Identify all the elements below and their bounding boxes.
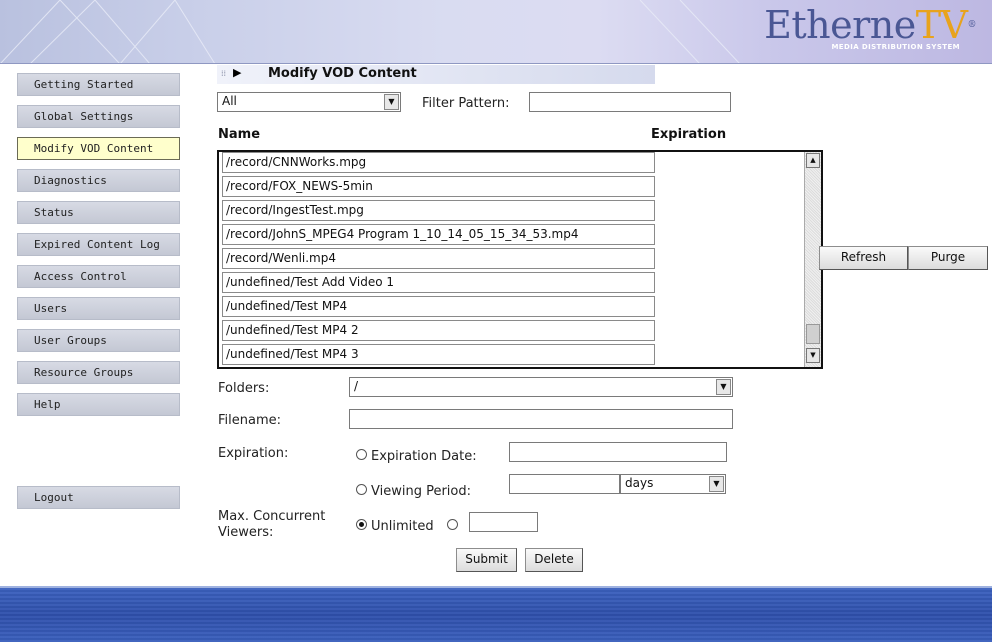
logo-text: Etherne: [764, 3, 916, 47]
footer-band: [0, 586, 992, 642]
list-item[interactable]: /record/CNNWorks.mpg: [222, 152, 655, 173]
panel-titlebar: ⁞⁞ ▶ Modify VOD Content: [217, 65, 655, 84]
vod-content-list: /record/CNNWorks.mpg /record/FOX_NEWS-5m…: [217, 150, 823, 369]
folders-label: Folders:: [218, 381, 270, 396]
period-unit-value: days: [625, 476, 654, 490]
sidebar-item-users[interactable]: Users: [17, 297, 180, 320]
scroll-down-icon[interactable]: ▼: [806, 348, 820, 363]
list-item[interactable]: /undefined/Test MP4 2: [222, 320, 655, 341]
sidebar-item-getting-started[interactable]: Getting Started: [17, 73, 180, 96]
list-item[interactable]: /undefined/Test MP4 3: [222, 344, 655, 365]
logout-button[interactable]: Logout: [17, 486, 180, 509]
max-viewers-label-line1: Max. Concurrent: [218, 509, 326, 524]
collapse-arrow-icon[interactable]: ▶: [233, 66, 241, 79]
unlimited-viewers-radio[interactable]: [356, 519, 367, 530]
max-viewers-input[interactable]: [469, 512, 538, 532]
folders-value: /: [354, 379, 359, 393]
expiration-date-input[interactable]: [509, 442, 727, 462]
chevron-down-icon[interactable]: ▼: [384, 94, 399, 110]
footer-pattern: [0, 588, 992, 642]
max-viewers-label-line2: Viewers:: [218, 525, 274, 540]
sidebar-item-help[interactable]: Help: [17, 393, 180, 416]
panel-title: Modify VOD Content: [268, 66, 417, 81]
content-filter-select[interactable]: All ▼: [217, 92, 401, 112]
header-banner: EtherneTV® MEDIA DISTRIBUTION SYSTEM: [0, 0, 992, 64]
column-header-name: Name: [218, 127, 261, 142]
list-item[interactable]: /record/IngestTest.mpg: [222, 200, 655, 221]
sidebar-item-expired-content-log[interactable]: Expired Content Log: [17, 233, 180, 256]
scroll-thumb[interactable]: [806, 324, 820, 344]
chevron-down-icon[interactable]: ▼: [716, 379, 731, 395]
sidebar-item-resource-groups[interactable]: Resource Groups: [17, 361, 180, 384]
purge-button[interactable]: Purge: [908, 246, 988, 270]
viewing-period-input[interactable]: [509, 474, 620, 494]
sidebar-item-modify-vod-content[interactable]: Modify VOD Content: [17, 137, 180, 160]
list-item[interactable]: /undefined/Test Add Video 1: [222, 272, 655, 293]
chevron-down-icon[interactable]: ▼: [709, 476, 724, 492]
period-unit-select[interactable]: days ▼: [620, 474, 726, 494]
ethernetv-logo: EtherneTV® MEDIA DISTRIBUTION SYSTEM: [764, 6, 976, 51]
viewing-period-radio[interactable]: [356, 484, 367, 495]
filename-input[interactable]: [349, 409, 733, 429]
filename-label: Filename:: [218, 413, 282, 428]
delete-button[interactable]: Delete: [525, 548, 583, 572]
logo-accent: TV: [915, 3, 968, 47]
filter-pattern-label: Filter Pattern:: [422, 96, 510, 111]
submit-button[interactable]: Submit: [456, 548, 517, 572]
column-header-expiration: Expiration: [651, 127, 727, 142]
folders-select[interactable]: / ▼: [349, 377, 733, 397]
sidebar: Getting Started Global Settings Modify V…: [0, 64, 200, 586]
list-item[interactable]: /record/JohnS_MPEG4 Program 1_10_14_05_1…: [222, 224, 655, 245]
sidebar-item-diagnostics[interactable]: Diagnostics: [17, 169, 180, 192]
list-item[interactable]: /record/Wenli.mp4: [222, 248, 655, 269]
sidebar-item-user-groups[interactable]: User Groups: [17, 329, 180, 352]
content-filter-value: All: [222, 94, 237, 108]
list-item[interactable]: /record/FOX_NEWS-5min: [222, 176, 655, 197]
sidebar-item-global-settings[interactable]: Global Settings: [17, 105, 180, 128]
scroll-up-icon[interactable]: ▲: [806, 153, 820, 168]
grip-icon: ⁞⁞: [221, 69, 227, 78]
expiration-label: Expiration:: [218, 446, 289, 461]
header-decoration: [0, 0, 740, 63]
viewing-period-label: Viewing Period:: [371, 484, 472, 499]
unlimited-label: Unlimited: [371, 519, 434, 534]
expiration-date-radio[interactable]: [356, 449, 367, 460]
refresh-button[interactable]: Refresh: [819, 246, 908, 270]
sidebar-item-access-control[interactable]: Access Control: [17, 265, 180, 288]
custom-viewers-radio[interactable]: [447, 519, 458, 530]
logo-registered: ®: [967, 20, 977, 30]
filter-pattern-input[interactable]: [529, 92, 731, 112]
sidebar-item-status[interactable]: Status: [17, 201, 180, 224]
expiration-date-label: Expiration Date:: [371, 449, 477, 464]
list-item[interactable]: /undefined/Test MP4: [222, 296, 655, 317]
